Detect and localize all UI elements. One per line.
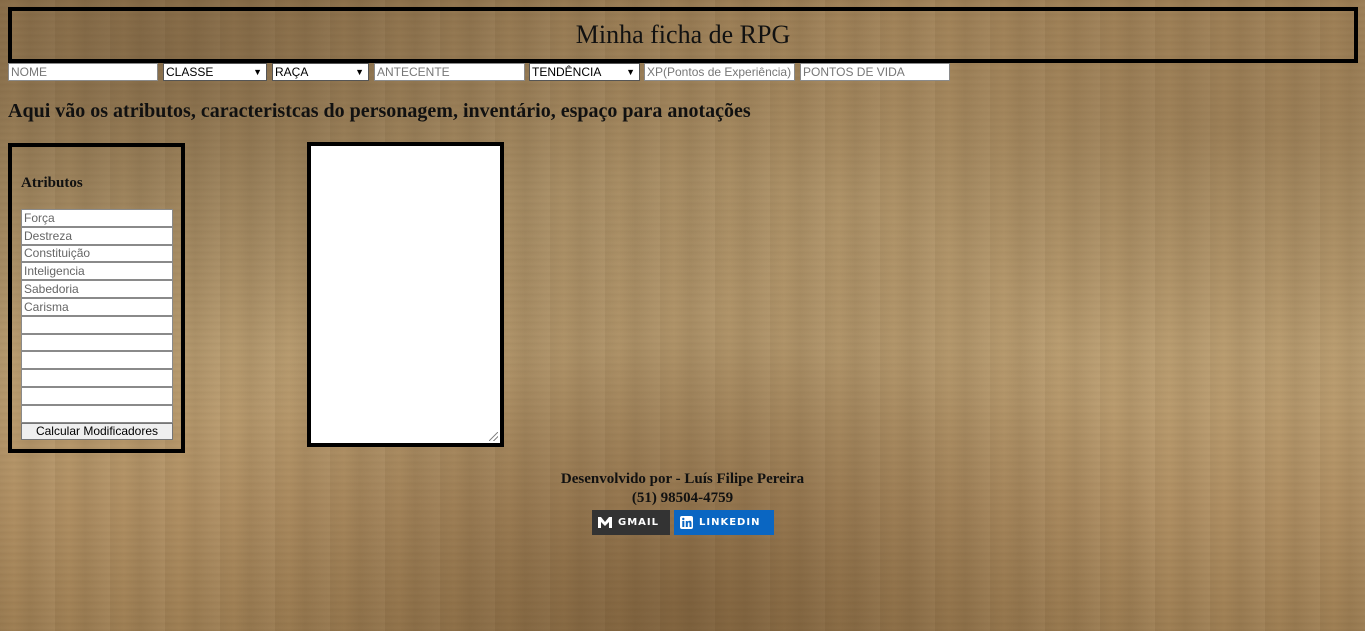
class-select-value: CLASSE xyxy=(166,65,214,79)
gmail-badge-label: GMAIL xyxy=(618,517,659,528)
alignment-select[interactable]: TENDÊNCIA ▼ xyxy=(529,63,640,81)
background-input[interactable] xyxy=(374,63,525,81)
attribute-input-intelligence[interactable] xyxy=(21,262,173,281)
footer: Desenvolvido por - Luís Filipe Pereira (… xyxy=(0,470,1365,508)
attributes-heading: Atributos xyxy=(21,175,83,191)
developer-phone: (51) 98504-4759 xyxy=(631,490,734,506)
race-select-value: RAÇA xyxy=(275,65,309,79)
class-select[interactable]: CLASSE ▼ xyxy=(163,63,267,81)
chevron-down-icon: ▼ xyxy=(626,67,635,77)
linkedin-icon xyxy=(680,516,693,529)
modifier-input[interactable] xyxy=(21,351,173,370)
linkedin-badge-label: LINKEDIN xyxy=(699,517,761,528)
attribute-input-charisma[interactable] xyxy=(21,297,173,316)
calculate-modifiers-button[interactable]: Calcular Modificadores xyxy=(21,422,173,440)
attribute-input-strength[interactable] xyxy=(21,209,173,227)
alignment-select-value: TENDÊNCIA xyxy=(532,65,602,79)
notes-textarea[interactable] xyxy=(307,142,504,447)
name-input[interactable] xyxy=(8,63,158,81)
gmail-icon xyxy=(598,517,612,528)
gmail-badge-link[interactable]: GMAIL xyxy=(592,510,670,535)
section-subtitle: Aqui vão os atributos, caracteristcas do… xyxy=(8,100,751,122)
hit-points-input[interactable] xyxy=(800,63,950,81)
linkedin-badge-link[interactable]: LINKEDIN xyxy=(674,510,774,535)
page-title: Minha ficha de RPG xyxy=(575,20,791,49)
modifier-input[interactable] xyxy=(21,404,173,423)
attributes-panel: Atributos Calcular Modificadores xyxy=(8,143,185,453)
header-box: Minha ficha de RPG xyxy=(8,7,1358,63)
modifier-input[interactable] xyxy=(21,386,173,405)
modifier-input[interactable] xyxy=(21,369,173,387)
modifier-input[interactable] xyxy=(21,333,173,352)
developer-credit: Desenvolvido por - Luís Filipe Pereira xyxy=(560,471,805,487)
contact-badges: GMAIL LINKEDIN xyxy=(592,510,774,535)
attribute-input-constitution[interactable] xyxy=(21,244,173,263)
attribute-input-wisdom[interactable] xyxy=(21,280,173,298)
xp-input[interactable] xyxy=(644,63,795,81)
modifier-input[interactable] xyxy=(21,315,173,334)
race-select[interactable]: RAÇA ▼ xyxy=(272,63,369,81)
resize-handle-icon[interactable] xyxy=(489,432,498,441)
chevron-down-icon: ▼ xyxy=(253,67,262,77)
chevron-down-icon: ▼ xyxy=(355,67,364,77)
attribute-input-dexterity[interactable] xyxy=(21,226,173,245)
attributes-list: Calcular Modificadores xyxy=(21,209,173,440)
